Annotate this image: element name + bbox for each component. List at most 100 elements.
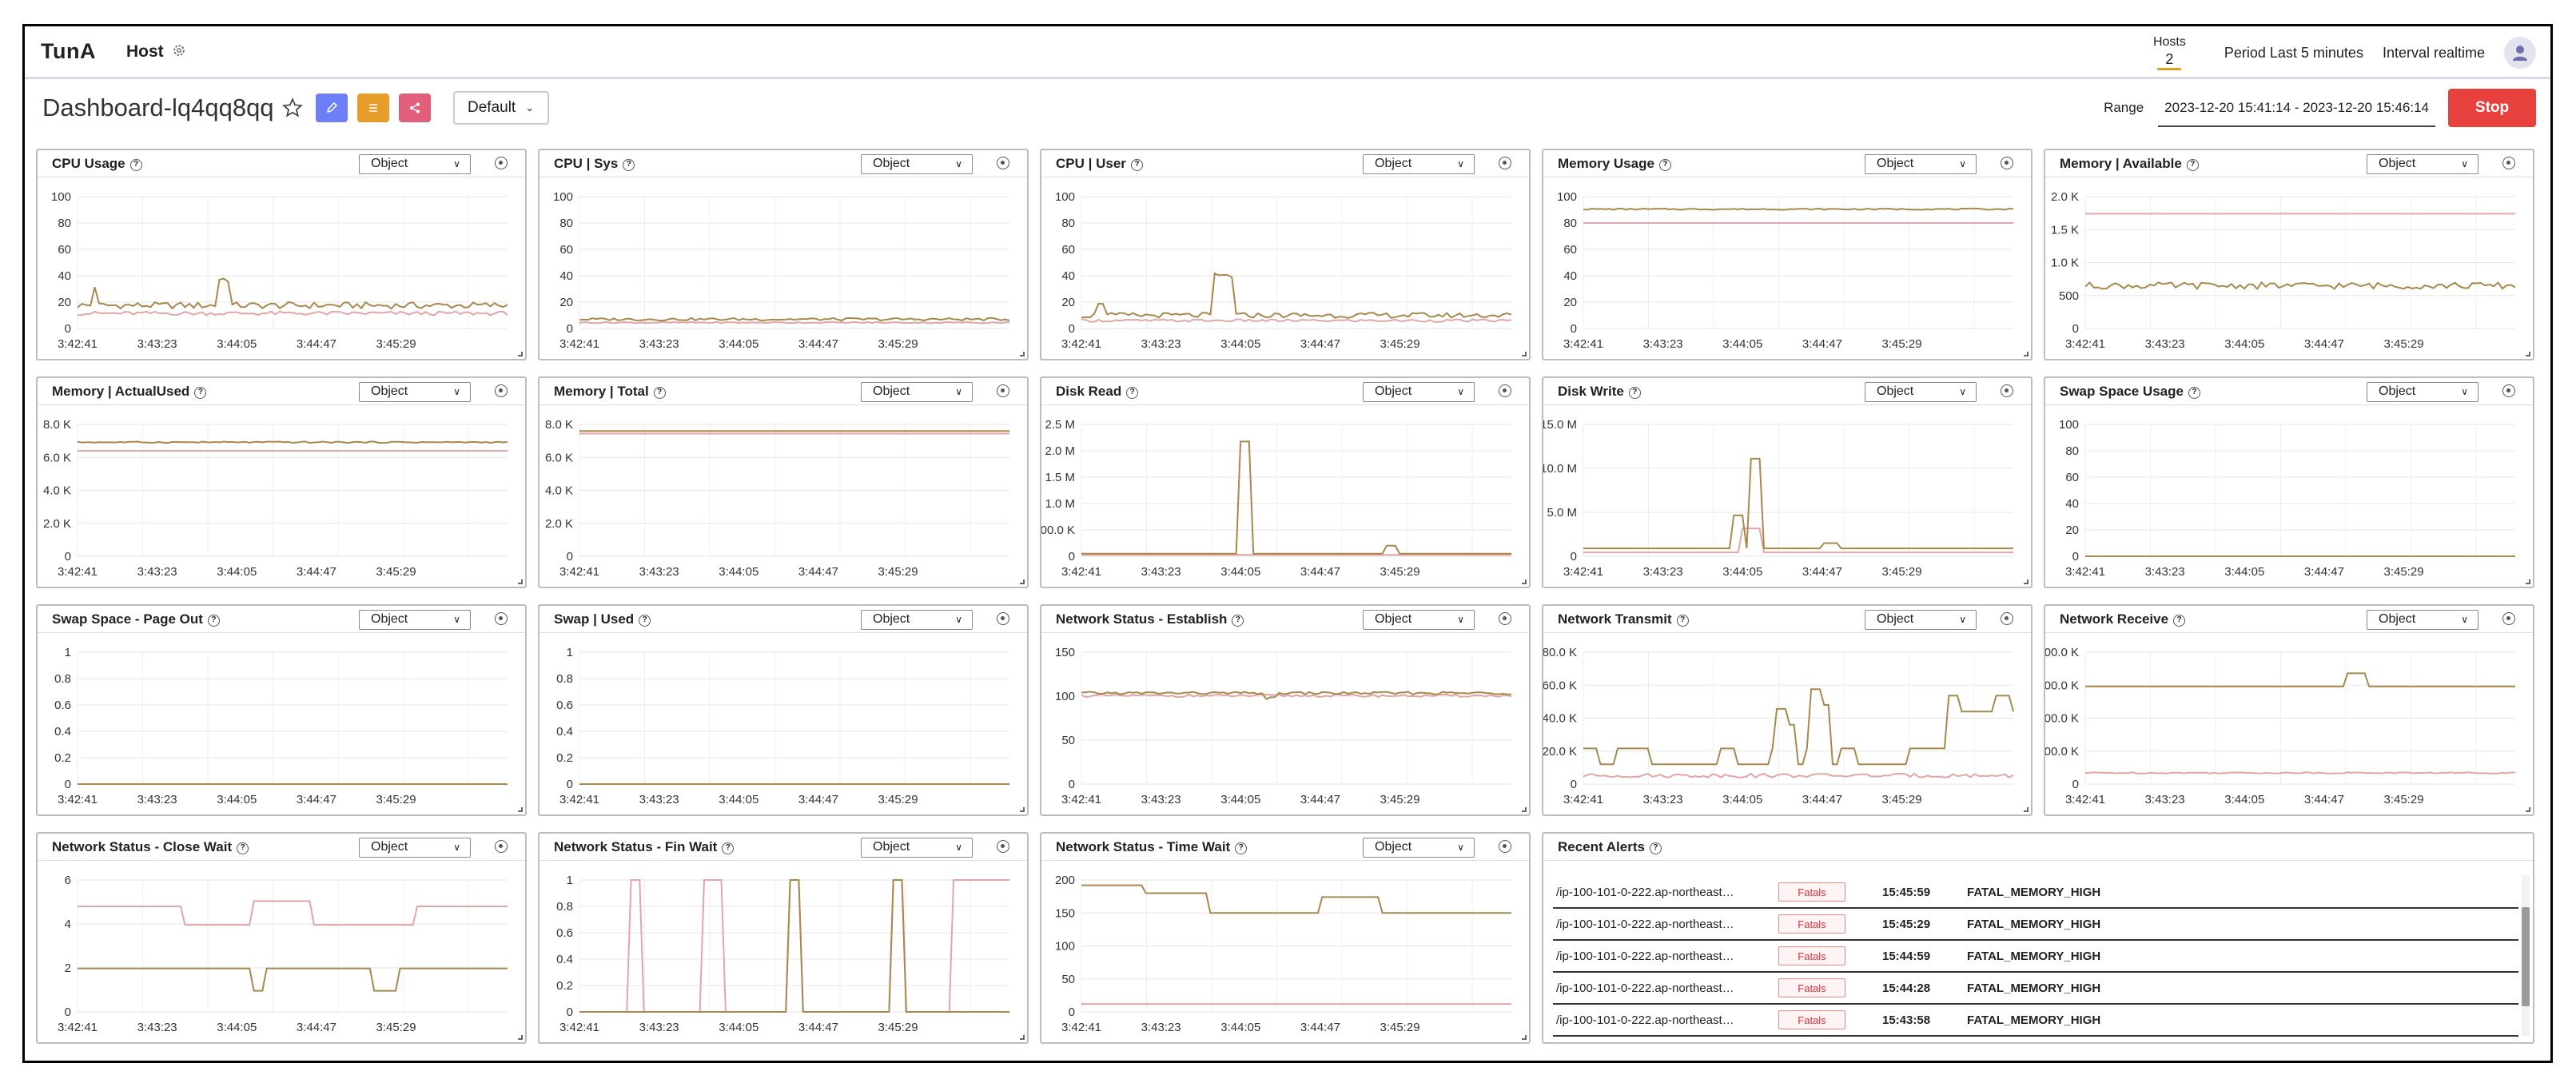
object-select[interactable]: Object ∨ xyxy=(2367,382,2478,402)
object-select[interactable]: Object ∨ xyxy=(359,838,471,858)
stop-button[interactable]: Stop xyxy=(2448,89,2536,127)
star-icon[interactable] xyxy=(281,98,303,118)
panel-options-icon[interactable] xyxy=(2001,157,2013,169)
chart-panel: Network Transmit? Object ∨ 80.0 K 60.0 K 40.0… xyxy=(1542,604,2033,816)
object-select[interactable]: Object ∨ xyxy=(1363,382,1475,402)
panel-options-icon[interactable] xyxy=(495,384,508,397)
edit-button[interactable] xyxy=(315,94,348,122)
chart-panel: Memory | Total? Object ∨ 8.0 K 6.0 K 4.0 K 2.0… xyxy=(538,376,1029,588)
panel-options-icon[interactable] xyxy=(997,840,1009,853)
user-avatar[interactable] xyxy=(2504,37,2536,69)
info-icon[interactable]: ? xyxy=(2188,387,2200,399)
object-select[interactable]: Object ∨ xyxy=(861,838,973,858)
panel-chart: 400.0 K 300.0 K 200.0 K 100.0 K 0 3:42:41 3:43… xyxy=(2045,646,2516,806)
interval-selector[interactable]: Interval realtime xyxy=(2383,45,2485,62)
object-select[interactable]: Object ∨ xyxy=(861,382,973,402)
chart-panel: Network Status - Time Wait? Object ∨ 200 150… xyxy=(1040,832,1531,1044)
y-tick-label: 8.0 K xyxy=(43,418,71,432)
panel-options-icon[interactable] xyxy=(495,840,508,853)
object-select[interactable]: Object ∨ xyxy=(861,154,973,174)
y-tick-label: 0 xyxy=(567,322,573,336)
info-icon[interactable]: ? xyxy=(1235,842,1248,854)
panel-options-icon[interactable] xyxy=(2502,384,2515,397)
info-icon[interactable]: ? xyxy=(1658,159,1671,171)
panel-options-icon[interactable] xyxy=(997,157,1009,169)
object-select[interactable]: Object ∨ xyxy=(861,610,973,630)
info-icon[interactable]: ? xyxy=(623,159,635,171)
info-icon[interactable]: ? xyxy=(653,387,666,399)
y-tick-label: 0.2 xyxy=(556,751,573,765)
info-icon[interactable]: ? xyxy=(129,159,142,171)
object-select[interactable]: Object ∨ xyxy=(1865,382,1977,402)
object-select[interactable]: Object ∨ xyxy=(2367,154,2478,174)
list-button[interactable] xyxy=(356,94,389,122)
x-tick-label: 3:44:47 xyxy=(297,1021,336,1034)
panel-options-icon[interactable] xyxy=(997,612,1009,625)
object-select[interactable]: Object ∨ xyxy=(2367,610,2478,630)
info-icon[interactable]: ? xyxy=(1676,615,1689,627)
alert-row[interactable]: /ip-100-101-0-222.ap-northeast… Fatals 15:… xyxy=(1553,941,2518,973)
object-select[interactable]: Object ∨ xyxy=(359,154,471,174)
info-icon[interactable]: ? xyxy=(639,615,651,627)
x-tick-label: 3:44:05 xyxy=(2224,337,2264,351)
y-tick-label: 80 xyxy=(559,217,573,230)
info-icon[interactable]: ? xyxy=(2186,159,2199,171)
panel-title-text: Disk Write xyxy=(1558,384,1624,399)
info-icon[interactable]: ? xyxy=(1628,387,1641,399)
alert-row[interactable]: /ip-100-101-0-222.ap-northeast… Fatals 15:… xyxy=(1553,973,2518,1005)
panel-options-icon[interactable] xyxy=(495,157,508,169)
panel-options-icon[interactable] xyxy=(2001,612,2013,625)
nav-host[interactable]: Host xyxy=(126,42,164,62)
period-selector[interactable]: Period Last 5 minutes xyxy=(2224,45,2363,62)
panel-chart: 1 0.8 0.6 0.4 0.2 0 3:42:41 3:43:23 3:44:05 3:44:… xyxy=(556,874,1009,1034)
range-input[interactable]: 2023-12-20 15:41:14 - 2023-12-20 15:46:1… xyxy=(2158,89,2435,127)
object-select[interactable]: Object ∨ xyxy=(359,610,471,630)
x-tick-label: 3:44:47 xyxy=(1300,337,1340,351)
scrollbar-thumb[interactable] xyxy=(2522,907,2530,1006)
y-tick-label: 1 xyxy=(567,874,573,887)
object-select[interactable]: Object ∨ xyxy=(359,382,471,402)
panel-options-icon[interactable] xyxy=(495,612,508,625)
alert-row[interactable]: /ip-100-101-0-222.ap-northeast… Fatals 15:… xyxy=(1553,1005,2518,1037)
info-icon[interactable]: ? xyxy=(1130,159,1143,171)
info-icon[interactable]: ? xyxy=(1232,615,1244,627)
alert-row[interactable]: /ip-100-101-0-222.ap-northeast… Fatals 15:… xyxy=(1553,877,2518,909)
info-icon[interactable]: ? xyxy=(1649,842,1662,854)
object-select-value: Object xyxy=(1375,612,1412,626)
panel-options-icon[interactable] xyxy=(2001,384,2013,397)
hosts-counter[interactable]: Hosts 2 xyxy=(2153,35,2186,70)
panel-options-icon[interactable] xyxy=(1499,840,1511,853)
panel-options-icon[interactable] xyxy=(1499,612,1511,625)
scrollbar[interactable] xyxy=(2522,875,2530,1036)
info-icon[interactable]: ? xyxy=(194,387,207,399)
panel-options-icon[interactable] xyxy=(2502,157,2515,169)
info-icon[interactable]: ? xyxy=(237,842,249,854)
object-select[interactable]: Object ∨ xyxy=(1865,610,1977,630)
object-select[interactable]: Object ∨ xyxy=(1363,154,1475,174)
layout-preset-select[interactable]: Default ⌄ xyxy=(452,91,549,125)
y-tick-label: 150 xyxy=(1055,906,1075,920)
alert-row[interactable]: /ip-100-101-0-222.ap-northeast… Fatals 15:… xyxy=(1553,909,2518,941)
alert-time: 15:43:58 xyxy=(1882,1013,1931,1027)
series-line xyxy=(1583,772,2014,778)
share-button[interactable] xyxy=(398,94,431,122)
object-select[interactable]: Object ∨ xyxy=(1363,838,1475,858)
panel-options-icon[interactable] xyxy=(1499,157,1511,169)
x-tick-label: 3:45:29 xyxy=(878,793,918,806)
panel-options-icon[interactable] xyxy=(1499,384,1511,397)
gear-icon[interactable] xyxy=(172,43,186,58)
object-select[interactable]: Object ∨ xyxy=(1363,610,1475,630)
info-icon[interactable]: ? xyxy=(722,842,735,854)
y-tick-label: 100 xyxy=(553,190,573,204)
x-tick-label: 3:44:05 xyxy=(1722,565,1762,579)
y-tick-label: 400.0 K xyxy=(2045,646,2079,659)
panel-options-icon[interactable] xyxy=(997,384,1009,397)
panel-options-icon[interactable] xyxy=(2502,612,2515,625)
object-select[interactable]: Object ∨ xyxy=(1865,154,1977,174)
brand-logo[interactable]: TunA xyxy=(41,39,96,64)
info-icon[interactable]: ? xyxy=(2173,615,2186,627)
y-tick-label: 0 xyxy=(1069,778,1075,791)
info-icon[interactable]: ? xyxy=(207,615,220,627)
panel-header: Memory Usage? Object ∨ xyxy=(1543,150,2031,177)
info-icon[interactable]: ? xyxy=(1126,387,1139,399)
